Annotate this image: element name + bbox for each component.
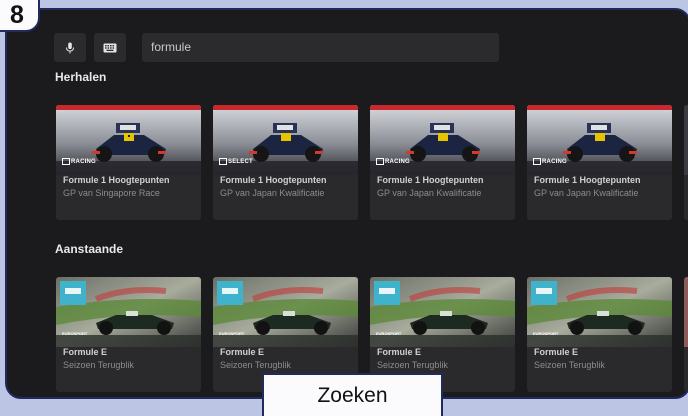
content-card-partial[interactable] (684, 105, 688, 220)
channel-logo: EUROSPORT (219, 331, 245, 336)
card-title: Formule E (63, 347, 108, 357)
card-title: Formule E (534, 347, 579, 357)
herhalen-row: RACING Formule 1 Hoogtepunten GP van Sin… (56, 105, 688, 220)
tv-screen: formule Herhalen RACING Formule 1 Hoogte… (5, 8, 688, 399)
card-title: Formule E (377, 347, 422, 357)
channel-logo: EUROSPORT (62, 331, 88, 336)
card-subtitle: GP van Singapore Race (63, 188, 160, 198)
content-card[interactable]: EUROSPORT Formule E Seizoen Terugblik (527, 277, 672, 392)
screen-caption: Zoeken (262, 373, 443, 416)
content-card[interactable]: RACING Formule 1 Hoogtepunten GP van Jap… (370, 105, 515, 220)
content-card-partial[interactable] (684, 277, 688, 392)
channel-logo: RACING (533, 158, 567, 165)
card-title: Formule 1 Hoogtepunten (534, 175, 641, 185)
card-thumbnail: EUROSPORT (213, 277, 358, 347)
channel-logo: EUROSPORT (376, 331, 402, 336)
channel-logo: EUROSPORT (533, 331, 559, 336)
card-thumbnail: EUROSPORT (56, 277, 201, 347)
step-number-badge: 8 (0, 0, 40, 32)
channel-logo: RACING (376, 158, 410, 165)
section-title-aanstaande: Aanstaande (55, 242, 124, 256)
content-card[interactable]: EUROSPORT Formule E Seizoen Terugblik (56, 277, 201, 392)
card-subtitle: GP van Japan Kwalificatie (220, 188, 325, 198)
channel-logo: SELECT (219, 158, 253, 165)
card-title: Formule 1 Hoogtepunten (220, 175, 327, 185)
section-title-herhalen: Herhalen (55, 70, 107, 84)
card-subtitle: Seizoen Terugblik (377, 360, 448, 370)
card-thumbnail (684, 277, 688, 347)
card-thumbnail: RACING (527, 105, 672, 175)
card-subtitle: Seizoen Terugblik (534, 360, 605, 370)
search-input[interactable]: formule (142, 33, 499, 62)
card-thumbnail: SELECT (213, 105, 358, 175)
content-card[interactable]: RACING Formule 1 Hoogtepunten GP van Sin… (56, 105, 201, 220)
microphone-icon (66, 42, 74, 53)
card-thumbnail: EUROSPORT (527, 277, 672, 347)
card-subtitle: Seizoen Terugblik (63, 360, 134, 370)
card-thumbnail: RACING (56, 105, 201, 175)
content-card[interactable]: RACING Formule 1 Hoogtepunten GP van Jap… (527, 105, 672, 220)
card-title: Formule E (220, 347, 265, 357)
content-card[interactable]: SELECT Formule 1 Hoogtepunten GP van Jap… (213, 105, 358, 220)
search-bar: formule (7, 33, 688, 63)
keyboard-icon (103, 43, 117, 52)
card-subtitle: GP van Japan Kwalificatie (534, 188, 639, 198)
card-title: Formule 1 Hoogtepunten (377, 175, 484, 185)
channel-logo: RACING (62, 158, 96, 165)
card-subtitle: Seizoen Terugblik (220, 360, 291, 370)
card-thumbnail: EUROSPORT (370, 277, 515, 347)
voice-search-button[interactable] (54, 33, 86, 62)
card-thumbnail (684, 105, 688, 175)
keyboard-button[interactable] (94, 33, 126, 62)
card-title: Formule 1 Hoogtepunten (63, 175, 170, 185)
card-thumbnail: RACING (370, 105, 515, 175)
card-subtitle: GP van Japan Kwalificatie (377, 188, 482, 198)
